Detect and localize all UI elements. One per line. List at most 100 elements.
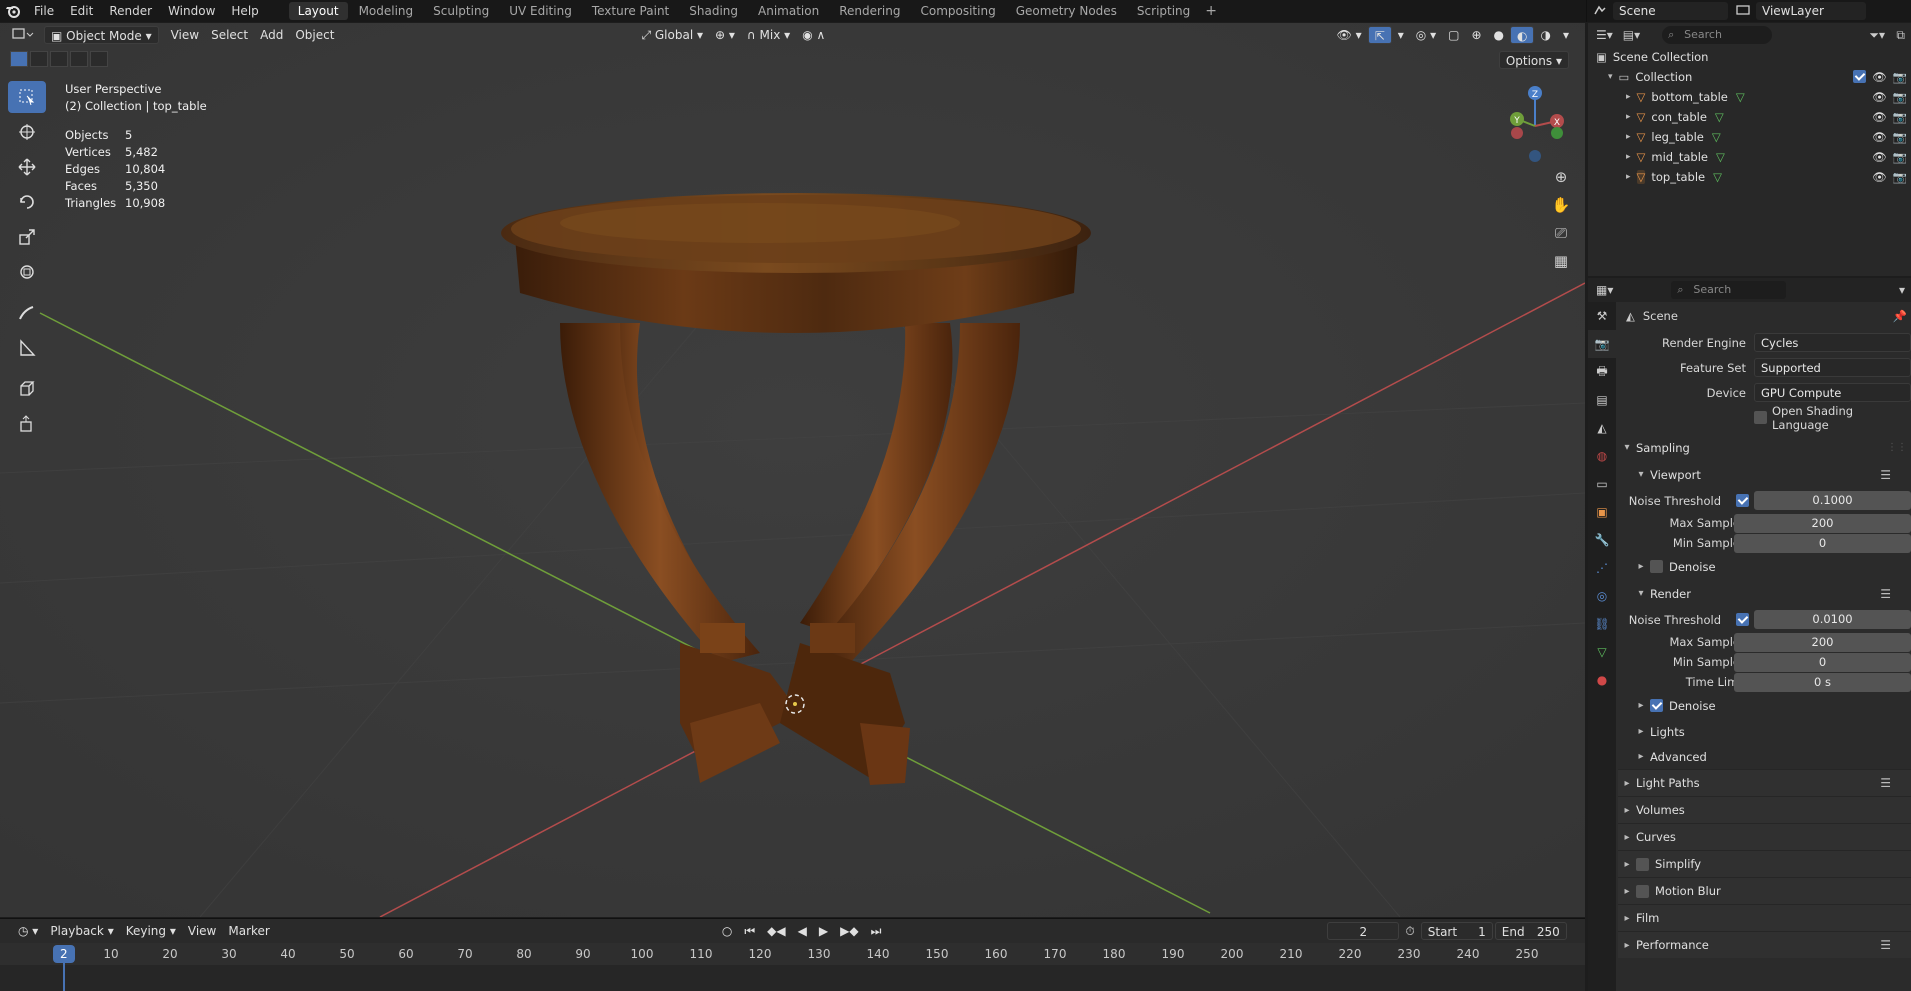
menu-file[interactable]: File: [26, 0, 62, 22]
scale-tool-icon[interactable]: [8, 221, 46, 253]
options-dropdown[interactable]: Options ▾: [1498, 51, 1569, 69]
osl-checkbox[interactable]: [1754, 411, 1767, 424]
outliner-object-row[interactable]: ▸ ▽ mid_table ▽ 👁 📷: [1588, 147, 1911, 167]
snap-dropdown[interactable]: ∩ Mix ▾: [741, 26, 796, 44]
playback-dropdown[interactable]: Playback ▾: [44, 922, 119, 940]
material-shading-icon[interactable]: ◐: [1510, 26, 1535, 44]
motion-blur-checkbox[interactable]: [1636, 884, 1649, 898]
tab-sculpting[interactable]: Sculpting: [424, 2, 498, 20]
pin-icon[interactable]: 📌: [1893, 309, 1907, 323]
shading-options-icon[interactable]: ▾: [1557, 26, 1575, 44]
pivot-point-icon[interactable]: ⊕ ▾: [709, 26, 741, 44]
current-frame-field[interactable]: 2: [1327, 922, 1400, 940]
eye-icon[interactable]: 👁: [1872, 150, 1887, 164]
data-tab-icon[interactable]: ▽: [1588, 638, 1616, 666]
viewport-menu-add[interactable]: Add: [254, 26, 289, 44]
presets-list-icon[interactable]: ☰: [1880, 776, 1891, 790]
gizmo-toggle-icon[interactable]: ⇱: [1367, 26, 1392, 44]
vp-noise-threshold-field[interactable]: 0.1000: [1754, 491, 1911, 510]
menu-edit[interactable]: Edit: [62, 0, 101, 22]
outliner-scene-collection[interactable]: ▣ Scene Collection: [1588, 47, 1911, 67]
keying-dropdown[interactable]: Keying ▾: [120, 922, 182, 940]
presets-list-icon[interactable]: ☰: [1880, 587, 1891, 601]
time-limit-field[interactable]: 0 s: [1734, 672, 1911, 692]
next-keyframe-icon[interactable]: ▶◆: [834, 922, 864, 940]
properties-search-input[interactable]: ⌕ Search: [1671, 281, 1787, 299]
viewport-menu-view[interactable]: View: [165, 26, 205, 44]
start-frame-field[interactable]: Start 1: [1420, 922, 1493, 940]
scene-tab-icon[interactable]: ◭: [1588, 414, 1616, 442]
viewport-menu-select[interactable]: Select: [205, 26, 254, 44]
zoom-icon[interactable]: ⊕: [1548, 163, 1574, 191]
curves-panel[interactable]: ▸ Curves: [1618, 823, 1911, 850]
output-tab-icon[interactable]: 🖶: [1588, 358, 1616, 386]
sampling-panel-header[interactable]: ▾ Sampling ⋮⋮: [1618, 434, 1911, 461]
select-extend-icon[interactable]: [30, 51, 48, 67]
vp-denoise-checkbox[interactable]: [1650, 560, 1663, 573]
properties-editor-type-icon[interactable]: ▦▾: [1596, 283, 1613, 297]
auto-key-icon[interactable]: ○: [716, 922, 738, 940]
pan-hand-icon[interactable]: ✋: [1548, 191, 1574, 219]
eye-icon[interactable]: 👁: [1872, 110, 1887, 124]
simplify-panel[interactable]: ▸ Simplify: [1618, 850, 1911, 877]
new-collection-icon[interactable]: ⧉: [1896, 28, 1905, 43]
wireframe-shading-icon[interactable]: ⊕: [1465, 26, 1487, 44]
tool-tab-icon[interactable]: ⚒: [1588, 302, 1616, 330]
collection-tab-icon[interactable]: ▭: [1588, 470, 1616, 498]
vp-min-samples-field[interactable]: 0: [1734, 533, 1911, 553]
play-reverse-icon[interactable]: ◀: [792, 922, 813, 940]
annotate-tool-icon[interactable]: [8, 297, 46, 329]
tab-rendering[interactable]: Rendering: [830, 2, 909, 20]
display-mode-icon[interactable]: ▤▾: [1623, 28, 1640, 42]
timeline-menu-marker[interactable]: Marker: [222, 922, 275, 940]
vp-denoise-subpanel[interactable]: ▸ Denoise: [1618, 553, 1911, 580]
cursor-tool-icon[interactable]: [8, 116, 46, 148]
camera-icon[interactable]: 📷: [1893, 70, 1907, 84]
blender-logo-icon[interactable]: [0, 0, 26, 22]
add-workspace-button[interactable]: +: [1199, 3, 1223, 19]
jump-end-icon[interactable]: ⏭: [865, 922, 888, 940]
prev-keyframe-icon[interactable]: ◆◀: [761, 922, 791, 940]
outliner-object-row[interactable]: ▸ ▽ leg_table ▽ 👁 📷: [1588, 127, 1911, 147]
scene-icon[interactable]: [1593, 4, 1607, 19]
measure-tool-icon[interactable]: [8, 332, 46, 364]
volumes-panel[interactable]: ▸ Volumes: [1618, 796, 1911, 823]
view-layer-icon[interactable]: [1736, 4, 1750, 19]
timeline-editor-type-icon[interactable]: ◷ ▾: [12, 922, 44, 940]
outliner-object-row[interactable]: ▸ ▽ bottom_table ▽ 👁 📷: [1588, 87, 1911, 107]
render-tab-icon[interactable]: 📷: [1588, 330, 1616, 358]
select-intersect-icon[interactable]: [90, 51, 108, 67]
tab-compositing[interactable]: Compositing: [911, 2, 1004, 20]
extrude-tool-icon[interactable]: [8, 408, 46, 440]
viewport-menu-object[interactable]: Object: [289, 26, 340, 44]
outliner-collection[interactable]: ▾ ▭ Collection 👁 📷: [1588, 67, 1911, 87]
scene-name-field[interactable]: Scene: [1613, 2, 1728, 20]
motion-blur-panel[interactable]: ▸ Motion Blur: [1618, 877, 1911, 904]
select-box-tool-icon[interactable]: [8, 81, 46, 113]
constraints-tab-icon[interactable]: ⛓: [1588, 610, 1616, 638]
tab-animation[interactable]: Animation: [749, 2, 828, 20]
menu-window[interactable]: Window: [160, 0, 223, 22]
collapse-arrow-icon[interactable]: ▾: [1608, 72, 1613, 82]
camera-icon[interactable]: 📷: [1893, 130, 1907, 144]
presets-list-icon[interactable]: ☰: [1880, 468, 1891, 482]
3d-viewport[interactable]: ▣ Object Mode ▾ View Select Add Object ⤢…: [0, 23, 1585, 917]
editor-type-icon[interactable]: [12, 27, 34, 44]
proportional-edit-icon[interactable]: ◉ ∧: [796, 26, 831, 44]
rotate-tool-icon[interactable]: [8, 186, 46, 218]
performance-panel[interactable]: ▸ Performance ☰: [1618, 931, 1911, 958]
outliner-editor-type-icon[interactable]: ☰▾: [1596, 28, 1613, 42]
r-min-samples-field[interactable]: 0: [1734, 652, 1911, 672]
camera-icon[interactable]: 📷: [1893, 170, 1907, 184]
object-tab-icon[interactable]: ▣: [1588, 498, 1616, 526]
exclude-checkbox[interactable]: [1853, 70, 1867, 83]
eye-icon[interactable]: 👁: [1872, 170, 1887, 184]
presets-list-icon[interactable]: ☰: [1880, 938, 1891, 952]
eye-icon[interactable]: 👁: [1872, 130, 1887, 144]
play-icon[interactable]: ▶: [813, 922, 834, 940]
expand-arrow-icon[interactable]: ▸: [1626, 92, 1631, 102]
device-dropdown[interactable]: GPU Compute: [1754, 383, 1911, 402]
ortho-grid-icon[interactable]: ▦: [1548, 247, 1574, 275]
vp-max-samples-field[interactable]: 200: [1734, 513, 1911, 533]
chevron-down-icon[interactable]: ▾: [1392, 26, 1410, 44]
